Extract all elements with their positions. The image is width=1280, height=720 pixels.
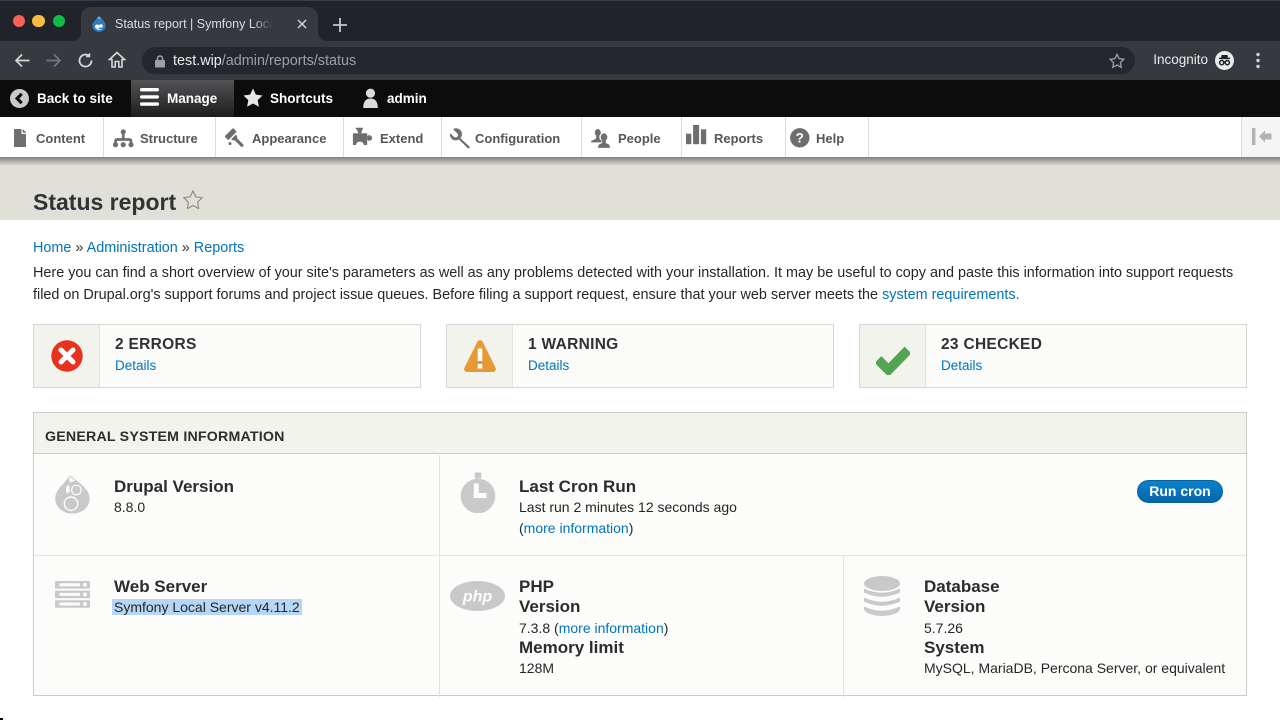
svg-text:?: ? [796,131,804,146]
svg-text:php: php [462,589,493,606]
